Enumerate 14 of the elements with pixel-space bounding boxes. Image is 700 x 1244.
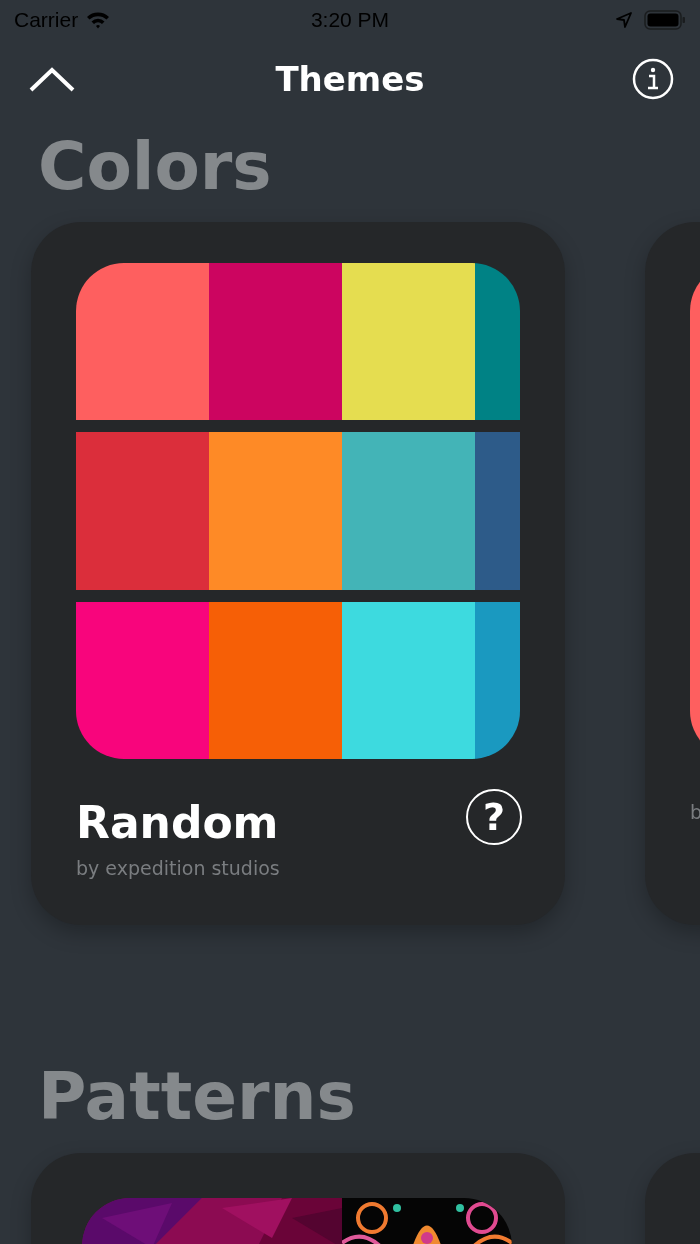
- info-icon[interactable]: [632, 58, 674, 100]
- wifi-icon: [86, 11, 111, 29]
- screen-title: Themes: [275, 59, 425, 99]
- help-button[interactable]: ?: [466, 789, 522, 845]
- battery-icon: [644, 10, 686, 30]
- status-time: 3:20 PM: [310, 8, 390, 32]
- theme-name: Random: [76, 796, 280, 850]
- location-arrow-icon: [616, 12, 632, 28]
- section-heading: Patterns: [37, 1057, 357, 1137]
- carrier-label: Carrier: [14, 8, 79, 32]
- theme-author: by expedition studios: [76, 857, 280, 879]
- section-heading: Colors: [37, 127, 273, 207]
- theme-card[interactable]: Random by expedition studios ?: [31, 222, 565, 925]
- chevron-up-icon[interactable]: [28, 65, 76, 93]
